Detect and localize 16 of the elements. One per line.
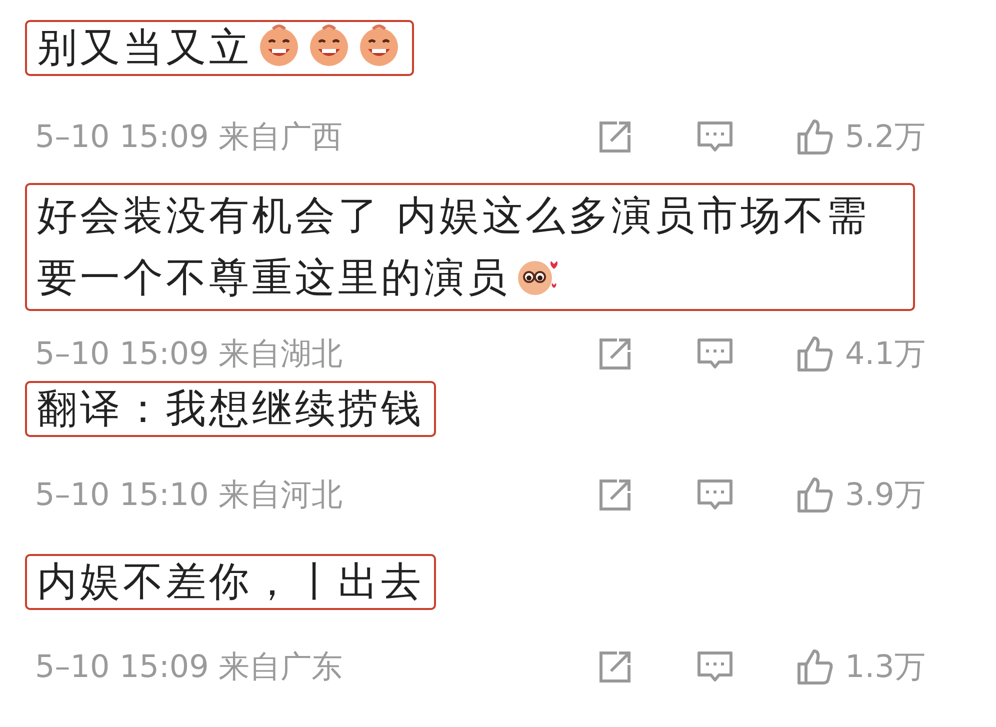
comment-meta: 5–10 15:09 来自湖北 xyxy=(35,335,344,374)
comment-meta: 5–10 15:09 来自广东 xyxy=(35,648,344,687)
thumbs-up-icon[interactable] xyxy=(795,475,835,515)
comment-text: 翻译：我想继续捞钱 xyxy=(25,381,436,437)
comment-text: 好会装没有机会了 内娱这么多演员市场不需要一个不尊重这里的演员 xyxy=(25,183,915,311)
comment-meta: 5–10 15:09 来自广西 xyxy=(35,118,344,157)
comment-text: 内娱不差你，丨出去 xyxy=(25,554,436,610)
comment-text: 别又当又立 xyxy=(25,20,414,76)
like-count: 4.1万 xyxy=(844,335,926,374)
like-count: 1.3万 xyxy=(844,648,926,687)
like-count: 3.9万 xyxy=(844,476,926,515)
thumbs-up-icon[interactable] xyxy=(795,647,835,687)
like-count: 5.2万 xyxy=(844,118,926,157)
thumbs-up-icon[interactable] xyxy=(795,117,835,157)
thumbs-up-icon[interactable] xyxy=(795,334,835,374)
comment-meta: 5–10 15:10 来自河北 xyxy=(35,476,344,515)
